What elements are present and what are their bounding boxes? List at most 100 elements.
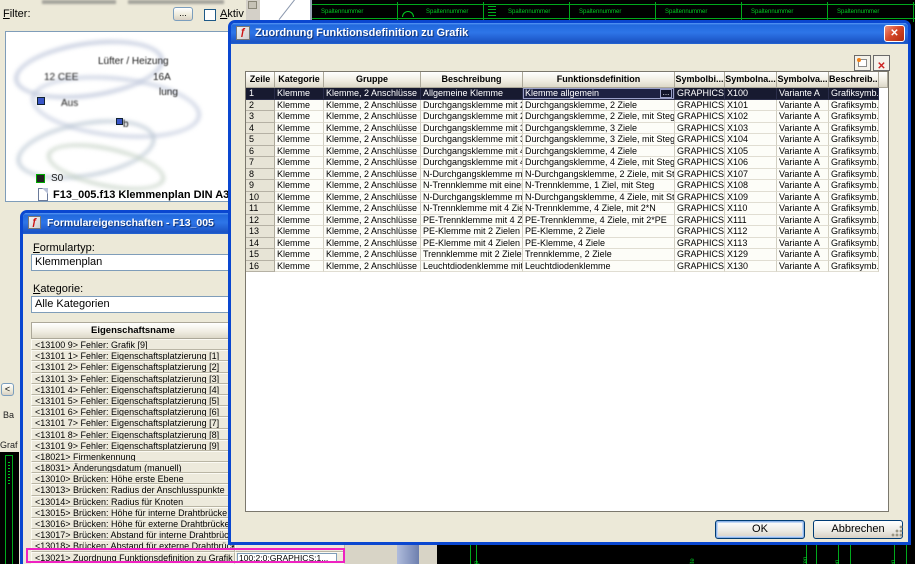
column-header[interactable]: Beschreibung	[421, 72, 523, 88]
cad-arc-symbol	[402, 10, 414, 17]
ok-button[interactable]: OK	[715, 520, 805, 539]
property-name: <13010> Brücken: Höhe erste Ebene	[31, 473, 235, 485]
filter-browse-button[interactable]: ...	[173, 7, 193, 21]
table-row[interactable]: 7 Klemme Klemme, 2 Anschlüsse Durchgangskle…	[246, 157, 888, 169]
table-cell: GRAPHICS	[675, 111, 725, 123]
property-row[interactable]: <13021> Zuordnung Funktionsdefinition zu…	[31, 551, 345, 563]
table-row[interactable]: 16 Klemme Klemme, 2 Anschlüsse Leuchtdioden…	[246, 260, 888, 272]
tree-selected-item[interactable]: F13_005.f13 Klemmenplan DIN A3 Quer 35	[53, 189, 230, 201]
table-cell: Variante A	[777, 203, 829, 215]
column-header[interactable]: Gruppe	[324, 72, 421, 88]
table-row[interactable]: 13 Klemme Klemme, 2 Anschlüsse PE-Klemme mi…	[246, 226, 888, 238]
table-cell: Variante A	[777, 122, 829, 134]
scrollbar-fragment[interactable]	[397, 545, 419, 564]
close-icon[interactable]: ✕	[884, 25, 905, 42]
property-value-field[interactable]: 100;2;0;GRAPHICS;1...	[237, 552, 337, 563]
cad-grid-cell: Spaltennummer	[484, 2, 570, 22]
table-cell: GRAPHICS	[675, 203, 725, 215]
cad-grid-cell: Spaltennummer	[828, 2, 914, 22]
table-cell: PE-Trennklemme, 4 Ziele, mit 2*PE	[523, 214, 675, 226]
table-row[interactable]: 14 Klemme Klemme, 2 Anschlüsse PE-Klemme mi…	[246, 237, 888, 249]
app-icon: ƒ	[28, 216, 41, 229]
table-cell: Klemme, 2 Anschlüsse	[324, 191, 421, 203]
table-row[interactable]: 10 Klemme Klemme, 2 Anschlüsse N-Durchgangs…	[246, 191, 888, 203]
table-cell: 12	[246, 214, 275, 226]
resize-grip[interactable]	[891, 525, 903, 537]
tree-node-icon	[37, 97, 45, 105]
table-cell: Variante A	[777, 260, 829, 272]
cad-vertical-text: Sp	[474, 561, 480, 564]
tab-fragment-grafik[interactable]: Grafis	[0, 440, 18, 450]
cancel-button[interactable]: Abbrechen	[813, 520, 903, 539]
table-row[interactable]: 6 Klemme Klemme, 2 Anschlüsse Durchgangskle…	[246, 145, 888, 157]
tree-item-fragment: S0	[51, 173, 64, 184]
table-cell: PE-Klemme, 4 Ziele	[523, 237, 675, 249]
table-row[interactable]: 5 Klemme Klemme, 2 Anschlüsse Durchgangskle…	[246, 134, 888, 146]
table-row[interactable]: 3 Klemme Klemme, 2 Anschlüsse Durchgangskle…	[246, 111, 888, 123]
table-cell: Klemme, 2 Anschlüsse	[324, 134, 421, 146]
table-cell: Klemme	[275, 191, 324, 203]
table-cell: Variante A	[777, 157, 829, 169]
column-header[interactable]: Symbolbi...	[675, 72, 725, 88]
table-cell: X104	[725, 134, 777, 146]
table-cell: Grafiksymb...	[829, 203, 879, 215]
table-cell: Grafiksymb...	[829, 145, 879, 157]
panel-fragment	[419, 545, 437, 564]
table-cell: Klemme, 2 Anschlüsse	[324, 168, 421, 180]
table-row[interactable]: 11 Klemme Klemme, 2 Anschlüsse N-Trennklemm…	[246, 203, 888, 215]
table-cell: Variante A	[777, 237, 829, 249]
column-header[interactable]: Funktionsdefinition	[523, 72, 675, 88]
cad-vertical-text: ten	[835, 559, 841, 564]
main-dialog-titlebar[interactable]: ƒ Zuordnung Funktionsdefinition zu Grafi…	[231, 23, 908, 44]
column-header[interactable]: Symbolva...	[777, 72, 829, 88]
table-row[interactable]: 9 Klemme Klemme, 2 Anschlüsse N-Trennklemme…	[246, 180, 888, 192]
table-row[interactable]: 4 Klemme Klemme, 2 Anschlüsse Durchgangskle…	[246, 122, 888, 134]
column-header[interactable]: Symbolna...	[725, 72, 777, 88]
table-cell: Grafiksymb...	[829, 237, 879, 249]
table-cell: N-Durchgangsklemme, 4 Ziele, mit Steg	[523, 191, 675, 203]
property-list-header[interactable]: Eigenschaftsname	[31, 322, 235, 339]
property-name: <13101 7> Fehler: Eigenschaftsplatzierun…	[31, 417, 235, 429]
diagonal-line-icon	[278, 0, 296, 21]
table-cell: Durchgangsklemme mit 2 Zi...	[421, 99, 523, 111]
aktiv-checkbox[interactable]	[204, 9, 216, 21]
table-cell: Variante A	[777, 145, 829, 157]
table-cell: GRAPHICS	[675, 226, 725, 238]
table-row[interactable]: 12 Klemme Klemme, 2 Anschlüsse PE-Trennklem…	[246, 214, 888, 226]
table-row[interactable]: 1 Klemme Klemme, 2 Anschlüsse Allgemeine Kl…	[246, 88, 888, 100]
column-header[interactable]: Zeile	[246, 72, 275, 88]
table-cell: Klemme	[275, 99, 324, 111]
table-cell: X110	[725, 203, 777, 215]
table-cell: GRAPHICS	[675, 214, 725, 226]
table-cell: Klemme	[275, 249, 324, 261]
delete-row-button[interactable]: ✕	[873, 55, 890, 72]
table-cell: Klemme	[275, 168, 324, 180]
cad-grid-cell: Spaltennummer	[398, 2, 484, 22]
table-cell: Klemme allgemein...	[523, 88, 675, 100]
tree-item-fragment: 12 CEE	[44, 72, 79, 83]
scroll-left-button[interactable]: <	[1, 383, 14, 396]
property-name: <13101 5> Fehler: Eigenschaftsplatzierun…	[31, 394, 235, 407]
column-header[interactable]: Kategorie	[275, 72, 324, 88]
property-name: <13016> Brücken: Höhe für externe Drahtb…	[31, 518, 235, 530]
property-name: <13018> Brücken: Abstand für externe Dra…	[31, 540, 235, 552]
table-cell: Klemme, 2 Anschlüsse	[324, 249, 421, 261]
table-row[interactable]: 15 Klemme Klemme, 2 Anschlüsse Trennklemme …	[246, 249, 888, 261]
table-row[interactable]: 2 Klemme Klemme, 2 Anschlüsse Durchgangskle…	[246, 99, 888, 111]
line-tool-button[interactable]	[260, 0, 312, 21]
table-cell: 6	[246, 145, 275, 157]
cad-grid-cell: Spaltennummer	[312, 2, 398, 22]
aktiv-label: Aktiv	[220, 8, 244, 20]
cell-browse-button[interactable]: ...	[660, 88, 672, 98]
table-row[interactable]: 8 Klemme Klemme, 2 Anschlüsse N-Durchgangsk…	[246, 168, 888, 180]
cad-grid-cell: Spaltennummer	[656, 2, 742, 22]
column-header[interactable]: Beschreib...	[829, 72, 879, 88]
table-cell: PE-Klemme mit 4 Zielen	[421, 237, 523, 249]
tab-fragment-ba[interactable]: Ba	[3, 410, 17, 420]
edit-cell-button[interactable]	[854, 55, 871, 71]
table-cell: Klemme	[275, 111, 324, 123]
table-cell: Klemme, 2 Anschlüsse	[324, 157, 421, 169]
table-cell: Klemme	[275, 226, 324, 238]
table-cell: N-Durchgangsklemme, 2 Ziele, mit Steg	[523, 168, 675, 180]
project-tree-panel[interactable]: Lüfter / Heizung 12 CEE 16A lung Aus b S…	[5, 31, 231, 202]
